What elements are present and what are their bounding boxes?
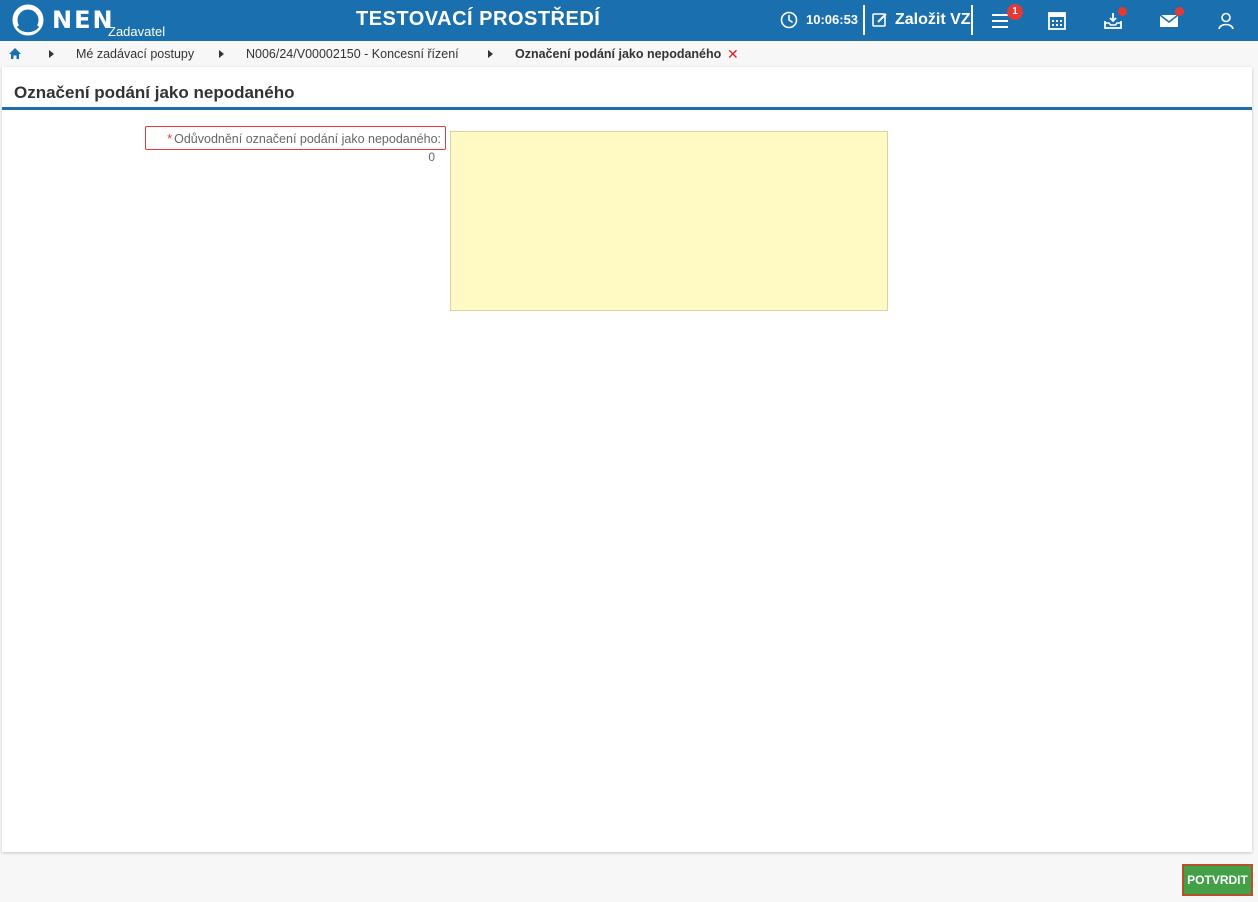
logo-text: NEN [52, 6, 115, 34]
breadcrumb-arrow-icon [488, 50, 493, 58]
edit-icon [872, 13, 887, 27]
char-counter: 0 [428, 150, 435, 164]
reason-label-text: Odůvodnění označení podání jako nepodané… [174, 132, 441, 146]
title-divider [2, 107, 1252, 110]
tasks-badge: 1 [1007, 4, 1023, 20]
page-title: Označení podání jako nepodaného [14, 83, 295, 102]
environment-title: TESTOVACÍ PROSTŘEDÍ [356, 8, 601, 30]
main-panel: Označení podání jako nepodaného * Odůvodn… [2, 67, 1252, 852]
breadcrumb: Mé zadávací postupy N006/24/V00002150 - … [0, 41, 1258, 67]
breadcrumb-arrow-icon [219, 50, 224, 58]
close-tab-icon[interactable]: ✕ [727, 46, 739, 63]
reason-textarea[interactable] [450, 131, 888, 311]
user-icon[interactable] [1215, 10, 1237, 32]
mail-notification-dot [1175, 7, 1184, 16]
required-marker: * [167, 132, 173, 146]
confirm-button[interactable]: POTVRDIT [1182, 864, 1253, 896]
breadcrumb-arrow-icon [49, 50, 54, 58]
logo-ring-icon [12, 4, 44, 36]
inbox-notification-dot [1118, 7, 1127, 16]
top-bar: NEN Zadavatel TESTOVACÍ PROSTŘEDÍ 10:06:… [0, 0, 1258, 41]
create-procurement-label: Založit VZ [895, 11, 971, 28]
breadcrumb-current: Označení podání jako nepodaného [515, 47, 722, 61]
home-icon[interactable] [8, 47, 22, 60]
breadcrumb-item-my-procedures[interactable]: Mé zadávací postupy [76, 47, 194, 61]
session-timer: 10:06:53 [806, 12, 859, 27]
calendar-icon[interactable] [1046, 10, 1068, 32]
reason-field-label: * Odůvodnění označení podání jako nepodan… [145, 126, 446, 150]
breadcrumb-item-procedure[interactable]: N006/24/V00002150 - Koncesní řízení [246, 47, 459, 61]
logo-subtitle: Zadavatel [108, 24, 166, 39]
clock-icon [780, 11, 798, 29]
toolbar-divider [863, 5, 865, 35]
create-procurement-button[interactable]: Založit VZ [868, 5, 972, 35]
toolbar-divider [971, 5, 973, 35]
